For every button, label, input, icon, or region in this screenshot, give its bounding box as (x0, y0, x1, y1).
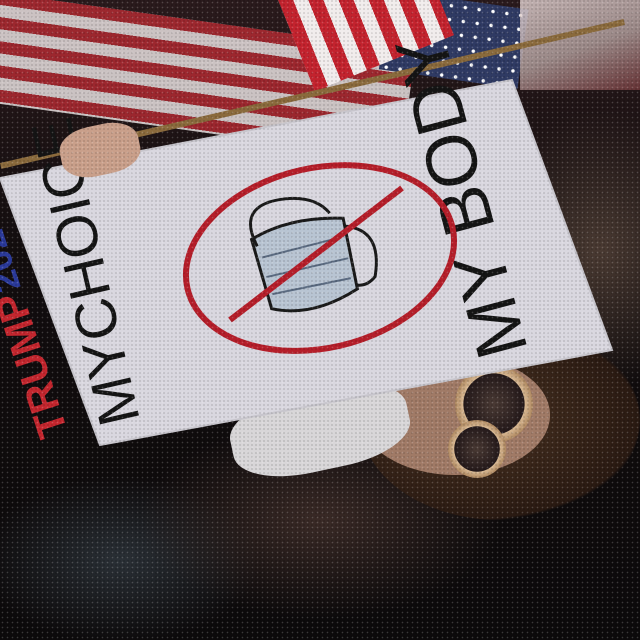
protest-photo: TRUMP 2020 MYCHOICE MY BODY (0, 0, 640, 640)
protest-sign: TRUMP 2020 MYCHOICE MY BODY (0, 26, 614, 447)
